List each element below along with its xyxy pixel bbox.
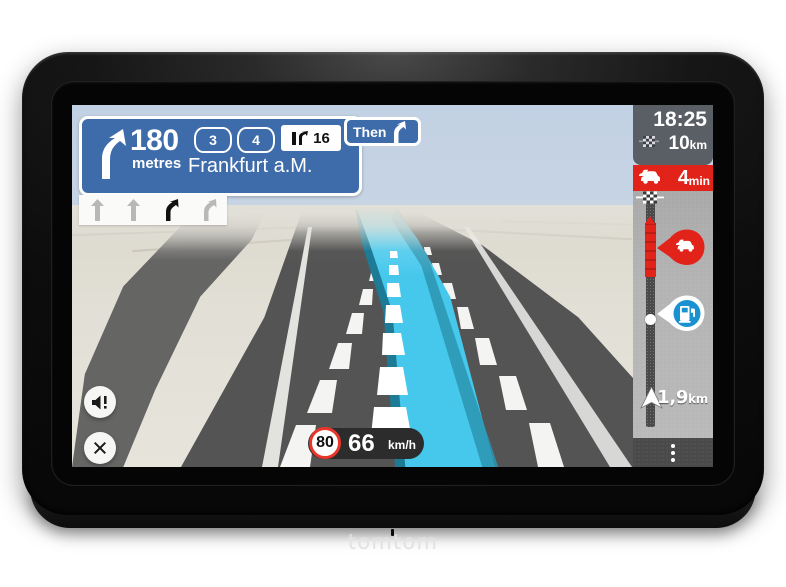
distance-unit: metres	[132, 155, 182, 172]
speed-limit-sign: 80	[309, 427, 341, 459]
lane-straight-icon	[90, 199, 104, 221]
sound-alert-button[interactable]	[84, 386, 116, 418]
lane-bear-right-icon	[203, 199, 216, 221]
speed-unit: km/h	[388, 438, 417, 452]
lane-straight-icon	[126, 199, 140, 221]
route-remaining-distance: 1,9km	[657, 387, 708, 408]
poi-marker[interactable]	[657, 295, 705, 333]
arrival-time: 18:25	[653, 108, 707, 131]
route-sidebar[interactable]: 18:25 10km 4 min 1,9km	[633, 105, 713, 467]
turn-right-merge-arrow-icon	[102, 129, 126, 179]
then-label: Then	[353, 123, 387, 140]
road-shield: 4	[237, 127, 275, 153]
sound-alert-icon	[91, 395, 107, 409]
next-instruction-panel[interactable]: Then	[344, 117, 421, 146]
remaining-distance-eta: 10km	[669, 133, 707, 155]
lane-bear-right-icon[interactable]	[161, 199, 180, 221]
more-options-icon	[671, 457, 675, 462]
street-name: Frankfurt a.M.	[188, 155, 313, 177]
traffic-jam-segment-tip	[645, 216, 655, 224]
remaining-distance-value: 1,9	[657, 387, 689, 408]
eta-distance-value: 10	[668, 133, 690, 154]
distance-value: 180	[130, 124, 179, 157]
route-progress-bar[interactable]: 1,9km	[633, 191, 713, 438]
eta-distance-unit: km	[689, 138, 707, 152]
turn-instruction-panel[interactable]: 180 metres 3 4 16 Frankfurt a.M.	[79, 116, 362, 196]
lane-guidance-bar	[79, 195, 227, 225]
checkered-flag-icon	[636, 191, 664, 204]
tomtom-brand-logo: tomtom	[347, 530, 439, 554]
traffic-incident-marker[interactable]	[657, 229, 705, 267]
traffic-delay-unit: min	[688, 174, 710, 188]
checkered-flag-icon	[639, 136, 659, 147]
more-options-icon	[671, 443, 675, 448]
motorway-exit-badge: 16	[281, 125, 341, 151]
close-button[interactable]	[84, 432, 116, 464]
current-position-dot	[645, 314, 656, 325]
motorway-exit-icon	[292, 130, 309, 145]
close-icon	[94, 442, 106, 454]
traffic-jam-car-icon	[639, 169, 660, 184]
bear-right-arrow-icon	[394, 120, 407, 143]
traffic-delay-value: 4	[677, 167, 689, 189]
remaining-distance-unit: km	[688, 392, 708, 406]
traffic-jam-segment-pattern	[645, 223, 656, 277]
more-options-icon	[671, 450, 675, 455]
road-shield: 3	[194, 127, 232, 153]
more-options-button[interactable]	[633, 438, 713, 467]
current-speed-value: 66	[348, 430, 375, 457]
navigation-screen[interactable]: 180 metres 3 4 16 Frankfurt a.M. Then 80…	[72, 105, 713, 467]
exit-number: 16	[313, 129, 330, 147]
